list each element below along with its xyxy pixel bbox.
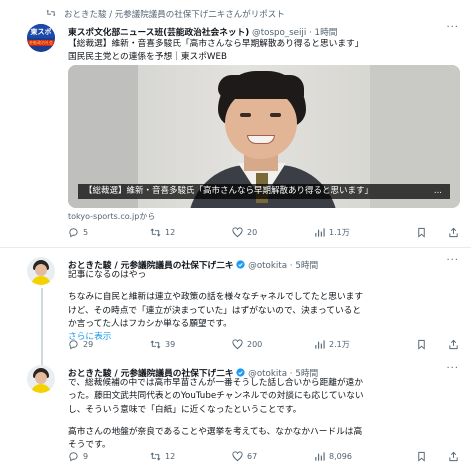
like-count: 20: [247, 228, 258, 237]
views-icon: [315, 228, 325, 237]
tweet-text-line: 国民民主党との連係を予想｜東スポWEB: [68, 52, 227, 63]
repost-label[interactable]: おときた駿 / 元参議院議員の社保下げ二キさんがリポスト: [64, 8, 285, 20]
reply-button[interactable]: 5: [68, 227, 88, 238]
verified-badge-icon: [236, 368, 245, 377]
repost-icon: [150, 228, 161, 237]
views-button[interactable]: 1.1万: [314, 227, 350, 238]
reply-icon: [69, 452, 78, 462]
action-bar: 5 12 20 1.1万: [68, 227, 463, 239]
thread-connector: [41, 356, 43, 365]
link-source[interactable]: tokyo-sports.co.jpから: [68, 211, 155, 222]
reply-icon: [69, 228, 78, 238]
avatar-sub-text: 芸能政治社会: [28, 40, 54, 46]
tweet-text-line: けど、その時点で「連立が決まっていた」はずがないので、決まっていると: [68, 305, 362, 316]
tweet-text-line: 高市さんの地盤が奈良であることや選挙を考えても、なかなかハードルは高: [68, 426, 363, 437]
tweet-text: 記事になるのはやっ ちなみに自民と維新は連立や政策の話を様々なチャネルでしてたと…: [68, 269, 461, 344]
more-options-icon[interactable]: ···: [446, 22, 459, 33]
reply-count: 5: [83, 228, 89, 237]
heart-icon: [232, 451, 243, 462]
tweet-text: 【総裁選】維新・音喜多駿氏「高市さんなら早期解散あり得ると思います」 国民民主党…: [68, 38, 461, 65]
link-card-image[interactable]: 【総裁選】維新・音喜多駿氏「高市さんなら早期解散あり得ると思います」 ...: [68, 65, 460, 208]
avatar[interactable]: [27, 365, 55, 393]
views-icon: [315, 340, 325, 349]
tweet-text-line: し、そういう意味で「白紙」に近くなったということです。: [68, 404, 302, 415]
bookmark-icon[interactable]: [416, 227, 427, 238]
tweet[interactable]: おときた駿 / 元参議院議員の社保下げ二キ @otokita · 5時間 ···…: [0, 356, 471, 471]
view-count: 2.1万: [329, 340, 350, 349]
bookmark-icon[interactable]: [416, 339, 427, 350]
timeline: おときた駿 / 元参議院議員の社保下げ二キさんがリポスト 東スポ 芸能政治社会 …: [0, 0, 471, 471]
person-face: [225, 89, 297, 159]
repost-button[interactable]: 39: [150, 339, 175, 350]
tweet-text-line: った。藤田文武共同代表とのYouTubeチャンネルでの対談にも応じていない: [68, 391, 364, 402]
reply-count: 9: [83, 452, 89, 461]
heart-icon: [232, 339, 243, 350]
verified-badge-icon: [236, 260, 245, 269]
share-icon[interactable]: [448, 339, 459, 350]
action-bar: 29 39 200 2.1万: [68, 339, 463, 351]
bookmark-icon[interactable]: [416, 451, 427, 462]
views-button[interactable]: 8,096: [314, 451, 352, 462]
tweet-header: 東スポ文化部ニュース班(芸能政治社会ネット) @tospo_seiji · 1時…: [68, 25, 337, 38]
reply-button[interactable]: 9: [68, 451, 88, 462]
repost-icon: [46, 9, 56, 17]
thread-connector: [41, 288, 43, 356]
tweet-text-line: 記事になるのはやっ: [68, 270, 147, 280]
tweet-text-line: ちなみに自民と維新は連立や政策の話を様々なチャネルでしてたと思います: [68, 292, 364, 303]
tweet[interactable]: おときた駿 / 元参議院議員の社保下げ二キ @otokita · 5時間 ···…: [0, 248, 471, 356]
avatar[interactable]: 東スポ 芸能政治社会: [27, 24, 55, 52]
reply-count: 29: [83, 340, 94, 349]
like-button[interactable]: 20: [232, 227, 257, 238]
media-caption-ellipsis: ...: [433, 186, 442, 196]
heart-icon: [232, 227, 243, 238]
like-count: 67: [247, 452, 258, 461]
view-count: 1.1万: [329, 228, 350, 237]
repost-icon: [150, 340, 161, 349]
more-options-icon[interactable]: ···: [446, 255, 459, 266]
media-caption-text: 【総裁選】維新・音喜多駿氏「高市さんなら早期解散あり得ると思います」: [84, 186, 374, 196]
repost-icon: [150, 452, 161, 461]
view-count: 8,096: [329, 452, 352, 461]
more-options-icon[interactable]: ···: [446, 363, 459, 374]
share-icon[interactable]: [448, 451, 459, 462]
avatar[interactable]: [27, 257, 55, 285]
media-caption: 【総裁選】維新・音喜多駿氏「高市さんなら早期解散あり得ると思います」 ...: [78, 184, 450, 199]
repost-button[interactable]: 12: [150, 227, 175, 238]
repost-count: 12: [165, 452, 176, 461]
views-button[interactable]: 2.1万: [314, 339, 350, 350]
action-bar: 9 12 67 8,096: [68, 451, 463, 463]
repost-count: 12: [165, 228, 176, 237]
views-icon: [315, 452, 325, 461]
tweet-text: で、総裁候補の中では高市早苗さんが一番そうした話し合いから距離が遠か った。藤田…: [68, 377, 461, 452]
avatar-brand-text: 東スポ: [30, 28, 52, 36]
tweet-text-line: か言ってた人はフカシか単なる願望です。: [68, 318, 232, 329]
like-button[interactable]: 200: [232, 339, 262, 350]
tweet-text-line: 【総裁選】維新・音喜多駿氏「高市さんなら早期解散あり得ると思います」: [68, 39, 364, 49]
like-count: 200: [247, 340, 263, 349]
author-handle[interactable]: @tospo_seiji · 1時間: [252, 28, 337, 38]
tweet-repost[interactable]: おときた駿 / 元参議院議員の社保下げ二キさんがリポスト 東スポ 芸能政治社会 …: [0, 0, 471, 248]
tweet-text-line: で、総裁候補の中では高市早苗さんが一番そうした話し合いから距離が遠か: [68, 378, 364, 388]
repost-button[interactable]: 12: [150, 451, 175, 462]
reply-icon: [69, 340, 78, 350]
share-icon[interactable]: [448, 227, 459, 238]
author-name[interactable]: 東スポ文化部ニュース班(芸能政治社会ネット): [68, 28, 249, 38]
reply-button[interactable]: 29: [68, 339, 93, 350]
like-button[interactable]: 67: [232, 451, 257, 462]
repost-count: 39: [165, 340, 176, 349]
